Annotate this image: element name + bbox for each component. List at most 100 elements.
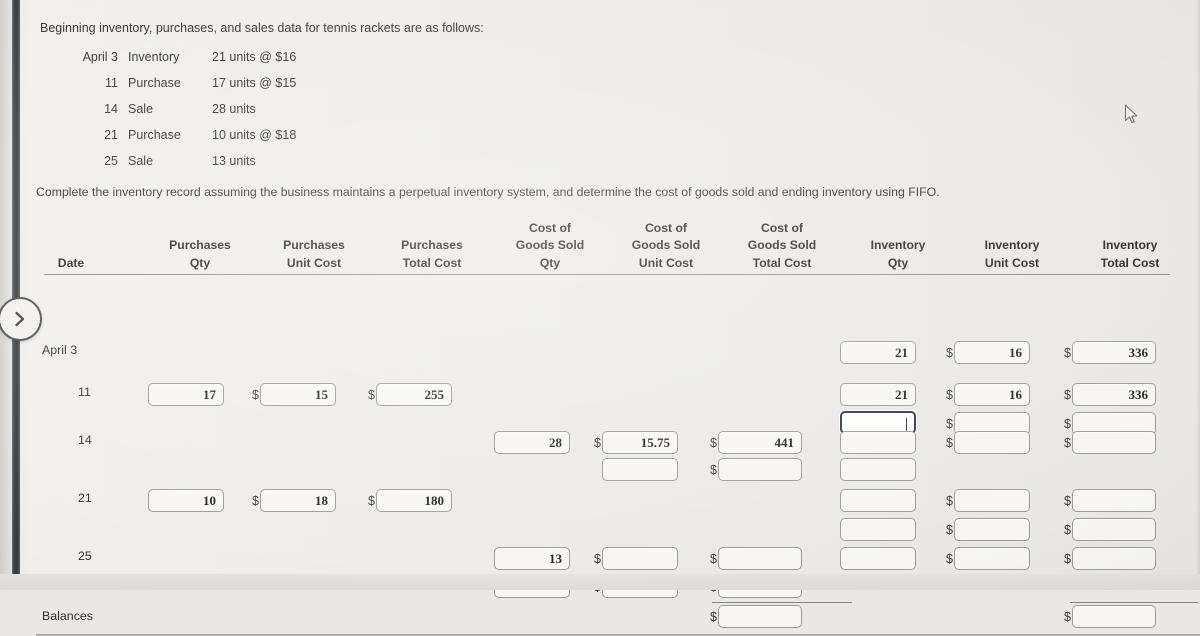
instruction-text: Complete the inventory record assuming t… [36, 185, 940, 199]
input-11-purchases-qty[interactable]: 17 [148, 383, 224, 406]
currency-symbol: $ [594, 435, 601, 450]
input-14-cogs-total-cost[interactable]: 441 [718, 431, 802, 454]
currency-symbol: $ [946, 435, 953, 450]
scroll-rail[interactable] [12, 0, 20, 590]
transaction-type: Sale [128, 154, 154, 168]
currency-symbol: $ [368, 493, 375, 508]
cell-25-inventory-qty: $ [832, 547, 916, 570]
input-21-inventory-total-cost[interactable] [1072, 489, 1156, 512]
list-item: 11 Purchase 17 units @ $15 [52, 70, 412, 96]
currency-symbol: $ [710, 435, 717, 450]
currency-symbol: $ [1064, 609, 1071, 624]
list-item: 21 Purchase 10 units @ $18 [52, 122, 412, 148]
input-14-inventory-qty[interactable] [840, 431, 916, 454]
transaction-detail: 21 units @ $16 [212, 50, 297, 64]
cell-14-inventory-total-cost: $ [1064, 431, 1156, 454]
row-label-21: 21 [78, 491, 92, 505]
input-apr3-inventory-qty[interactable]: 21 [840, 341, 916, 364]
column-header-cogs-total-cost: Cost of Goods Sold Total Cost [747, 221, 817, 270]
cell-14b-inventory-qty: $ [832, 458, 916, 481]
row-label-april-3: April 3 [42, 343, 78, 357]
column-header-purchases-total-cost: Purchases Total Cost [401, 238, 463, 270]
cell-11-inventory-total-cost: $ 336 [1064, 383, 1156, 406]
inventory-record-table: Date Purchases Qty Purchases Unit Cost P… [36, 210, 1200, 636]
currency-symbol: $ [1064, 522, 1071, 537]
text-caret [906, 417, 907, 431]
transaction-detail: 10 units @ $18 [212, 128, 297, 142]
transaction-type: Purchase [128, 128, 181, 142]
currency-symbol: $ [1064, 551, 1071, 566]
cell-11-purchases-qty: $ 17 [140, 383, 224, 406]
currency-symbol: $ [252, 387, 259, 402]
currency-symbol: $ [946, 345, 953, 360]
cell-apr3-inventory-unit-cost: $ 16 [946, 341, 1030, 364]
input-21-purchases-unit-cost[interactable]: 18 [260, 489, 336, 512]
cell-21b-inventory-total-cost: $ [1064, 518, 1156, 541]
transaction-date: April 3 [82, 50, 118, 64]
input-14-inventory-unit-cost[interactable] [954, 431, 1030, 454]
page-left-margin [0, 0, 12, 590]
transaction-date: 11 [105, 76, 118, 90]
intro-text: Beginning inventory, purchases, and sale… [40, 21, 484, 35]
row-label-14: 14 [78, 433, 92, 447]
currency-symbol: $ [946, 551, 953, 566]
transaction-type: Sale [128, 102, 154, 116]
transaction-type: Inventory [128, 50, 180, 64]
input-apr3-inventory-total-cost[interactable]: 336 [1072, 341, 1156, 364]
currency-symbol: $ [594, 551, 601, 566]
currency-symbol: $ [710, 609, 717, 624]
input-21b-inventory-total-cost[interactable] [1072, 518, 1156, 541]
column-header-cogs-qty: Cost of Goods Sold Qty [515, 221, 585, 270]
input-21b-inventory-unit-cost[interactable] [954, 518, 1030, 541]
mouse-pointer-icon [1124, 104, 1140, 131]
column-header-date: Date [57, 255, 85, 270]
cell-21b-inventory-qty: $ [832, 518, 916, 541]
input-balances-inventory-total-cost[interactable] [1072, 605, 1156, 628]
cell-21-purchases-total-cost: $ 180 [368, 489, 452, 512]
cell-14-cogs-qty: $ 28 [486, 431, 570, 454]
row-label-25: 25 [78, 549, 92, 563]
input-21-purchases-total-cost[interactable]: 180 [376, 489, 452, 512]
transaction-type: Purchase [128, 76, 181, 90]
cell-25-cogs-unit-cost: $ [594, 547, 678, 570]
input-11-inventory-unit-cost[interactable]: 16 [954, 383, 1030, 406]
cell-11-inventory-qty: $ 21 [832, 383, 916, 406]
cell-25-cogs-total-cost: $ [710, 547, 802, 570]
row-label-11: 11 [78, 385, 91, 399]
input-11-purchases-total-cost[interactable]: 255 [376, 383, 452, 406]
input-25-inventory-total-cost[interactable] [1072, 547, 1156, 570]
input-11-inventory-qty[interactable]: 21 [840, 383, 916, 406]
input-25-cogs-qty[interactable]: 13 [494, 547, 570, 570]
input-21-inventory-qty[interactable] [840, 489, 916, 512]
input-14-cogs-unit-cost[interactable]: 15.75 [602, 431, 678, 454]
input-11-purchases-unit-cost[interactable]: 15 [260, 383, 336, 406]
column-header-inventory-unit-cost: Inventory Unit Cost [984, 238, 1040, 270]
input-21-inventory-unit-cost[interactable] [954, 489, 1030, 512]
input-14-inventory-total-cost[interactable] [1072, 431, 1156, 454]
input-balances-cogs-total-cost[interactable] [718, 605, 802, 628]
column-header-purchases-qty: Purchases Qty [169, 238, 231, 270]
input-14b-cogs-unit-cost[interactable] [602, 458, 678, 481]
transaction-date: 14 [104, 102, 118, 116]
list-item: 25 Sale 13 units [52, 148, 412, 174]
input-25-inventory-qty[interactable] [840, 547, 916, 570]
transaction-detail: 17 units @ $15 [212, 76, 297, 90]
input-apr3-inventory-unit-cost[interactable]: 16 [954, 341, 1030, 364]
input-14b-inventory-qty[interactable] [840, 458, 916, 481]
transaction-detail: 13 units [212, 154, 256, 168]
currency-symbol: $ [1064, 345, 1071, 360]
input-25-inventory-unit-cost[interactable] [954, 547, 1030, 570]
cell-21b-inventory-unit-cost: $ [946, 518, 1030, 541]
input-25-cogs-total-cost[interactable] [718, 547, 802, 570]
input-25-cogs-unit-cost[interactable] [602, 547, 678, 570]
input-14b-cogs-total-cost[interactable] [718, 458, 802, 481]
input-21-purchases-qty[interactable]: 10 [148, 489, 224, 512]
list-item: 14 Sale 28 units [52, 96, 412, 122]
input-14-cogs-qty[interactable]: 28 [494, 431, 570, 454]
list-item: April 3 Inventory 21 units @ $16 [52, 44, 412, 70]
page-bottom-strip [0, 574, 1200, 590]
currency-symbol: $ [1064, 435, 1071, 450]
table-header-row: Date Purchases Qty Purchases Unit Cost P… [36, 210, 1170, 272]
input-11-inventory-total-cost[interactable]: 336 [1072, 383, 1156, 406]
input-21b-inventory-qty[interactable] [840, 518, 916, 541]
